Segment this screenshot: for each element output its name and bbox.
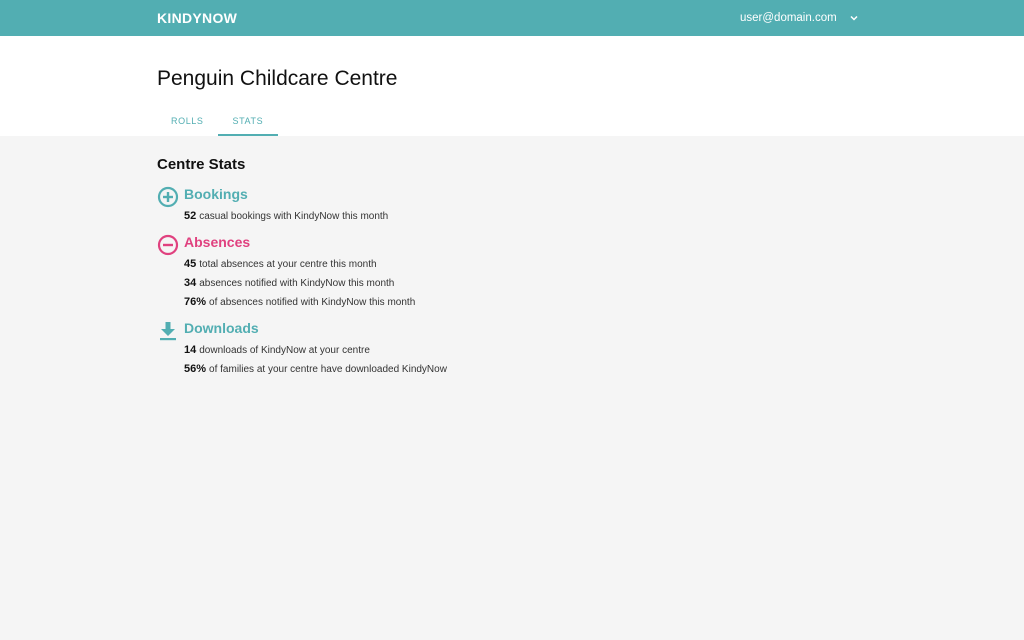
stat-value: 56%: [184, 363, 207, 375]
user-menu[interactable]: user@domain.com: [740, 10, 859, 26]
downloads-title: Downloads: [184, 320, 259, 336]
chevron-down-icon: [850, 15, 858, 21]
absences-title: Absences: [184, 234, 251, 250]
stats-heading: Centre Stats: [157, 156, 246, 173]
absences-stat: 34 absences notified with KindyNow this m…: [184, 277, 415, 296]
absences-stat: 45 total absences at your centre this mon…: [184, 258, 415, 277]
brand-logo[interactable]: KINDYNOW: [157, 10, 237, 26]
downloads-stat: 56% of families at your centre have downl…: [184, 363, 447, 382]
stat-text: of absences notified with KindyNow this …: [209, 297, 416, 308]
stat-text: casual bookings with KindyNow this month: [199, 211, 389, 222]
minus-circle-icon: [157, 234, 179, 256]
stat-value: 52: [184, 210, 197, 222]
top-bar: KINDYNOW user@domain.com: [0, 0, 1024, 36]
bookings-title: Bookings: [184, 186, 248, 202]
absences-stat-list: 45 total absences at your centre this mon…: [184, 258, 415, 315]
absences-stat: 76% of absences notified with KindyNow th…: [184, 296, 415, 315]
stat-value: 45: [184, 258, 197, 270]
tab-stats[interactable]: STATS: [217, 109, 279, 136]
downloads-stat: 14 downloads of KindyNow at your centre: [184, 344, 447, 363]
bookings-stat-list: 52 casual bookings with KindyNow this mon…: [184, 210, 388, 229]
bookings-stat: 52 casual bookings with KindyNow this mon…: [184, 210, 388, 229]
stat-value: 76%: [184, 296, 207, 308]
stat-value: 14: [184, 344, 197, 356]
tab-rolls[interactable]: ROLLS: [157, 109, 218, 136]
stat-text: total absences at your centre this month: [199, 259, 377, 270]
plus-circle-icon: [157, 186, 179, 208]
stat-text: absences notified with KindyNow this mon…: [199, 278, 395, 289]
user-email: user@domain.com: [740, 12, 837, 24]
stat-text: of families at your centre have download…: [209, 364, 447, 375]
downloads-stat-list: 14 downloads of KindyNow at your centre 5…: [184, 344, 447, 382]
tab-bar: ROLLS STATS: [157, 109, 279, 136]
page-title: Penguin Childcare Centre: [157, 67, 398, 90]
stat-value: 34: [184, 277, 197, 289]
stat-text: downloads of KindyNow at your centre: [199, 345, 370, 356]
centre-header: Penguin Childcare Centre ROLLS STATS: [0, 36, 1024, 136]
download-icon: [160, 322, 176, 341]
